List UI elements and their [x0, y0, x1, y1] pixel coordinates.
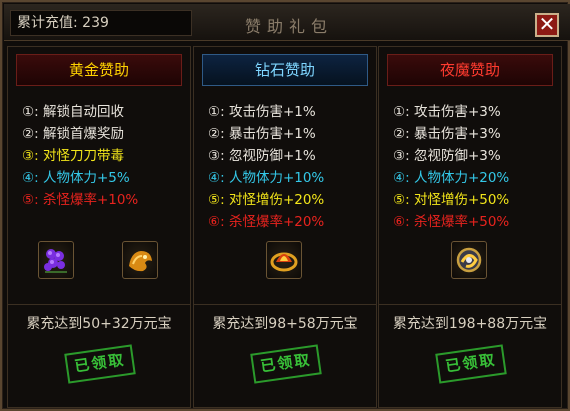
- divider: [8, 304, 190, 305]
- perk-item: ⑤: 杀怪爆率+10%: [22, 192, 139, 208]
- perk-item: ②: 暴击伤害+3%: [393, 126, 501, 142]
- requirement-text: 累充达到98+58万元宝: [212, 316, 358, 332]
- purple-gem-cluster-icon[interactable]: [38, 241, 74, 279]
- tier-title: 钻石赞助: [202, 54, 368, 86]
- perk-item: ①: 解锁自动回收: [22, 104, 124, 120]
- golden-orb-icon[interactable]: [451, 241, 487, 279]
- perk-item: ⑥: 杀怪爆率+20%: [208, 214, 325, 230]
- perk-item: ⑤: 对怪增伤+20%: [208, 192, 325, 208]
- perk-item: ③: 对怪刀刀带毒: [22, 148, 124, 164]
- title-bar: 累计充值: 239 赞助礼包 ✕: [4, 4, 570, 41]
- requirement-text: 累充达到198+88万元宝: [392, 316, 548, 332]
- tier-title: 黄金赞助: [16, 54, 182, 86]
- perk-item: ③: 忽视防御+1%: [208, 148, 316, 164]
- perk-item: ②: 暴击伤害+1%: [208, 126, 316, 142]
- perk-item: ④: 人物体力+20%: [393, 170, 510, 186]
- divider: [194, 304, 376, 305]
- perk-item: ④: 人物体力+10%: [208, 170, 325, 186]
- perk-item: ⑤: 对怪增伤+50%: [393, 192, 510, 208]
- recharge-value: 239: [82, 15, 109, 31]
- golden-beast-icon[interactable]: [122, 241, 158, 279]
- reward-icons: [194, 241, 378, 289]
- tier-card-nightmare: 夜魔赞助 ①: 攻击伤害+3% ②: 暴击伤害+3% ③: 忽视防御+3% ④:…: [378, 46, 562, 408]
- panel-title: 赞助礼包: [244, 17, 333, 36]
- perk-item: ②: 解锁首爆奖励: [22, 126, 124, 142]
- perk-list: ①: 攻击伤害+1% ②: 暴击伤害+1% ③: 忽视防御+1% ④: 人物体力…: [208, 101, 324, 233]
- recharge-total: 累计充值: 239: [10, 10, 192, 36]
- requirement-text: 累充达到50+32万元宝: [26, 316, 172, 332]
- perk-list: ①: 攻击伤害+3% ②: 暴击伤害+3% ③: 忽视防御+3% ④: 人物体力…: [393, 101, 509, 233]
- perk-list: ①: 解锁自动回收 ②: 解锁首爆奖励 ③: 对怪刀刀带毒 ④: 人物体力+5%…: [22, 101, 138, 211]
- tier-card-diamond: 钻石赞助 ①: 攻击伤害+1% ②: 暴击伤害+1% ③: 忽视防御+1% ④:…: [193, 46, 377, 408]
- tier-card-gold: 黄金赞助 ①: 解锁自动回收 ②: 解锁首爆奖励 ③: 对怪刀刀带毒 ④: 人物…: [7, 46, 191, 408]
- tier-name: 夜魔赞助: [439, 61, 500, 79]
- perk-item: ①: 攻击伤害+3%: [393, 104, 501, 120]
- tier-title: 夜魔赞助: [387, 54, 553, 86]
- close-icon[interactable]: ✕: [535, 13, 559, 37]
- perk-item: ③: 忽视防御+3%: [393, 148, 501, 164]
- claimed-stamp: 已领取: [64, 344, 136, 384]
- perk-item: ①: 攻击伤害+1%: [208, 104, 316, 120]
- tier-name: 黄金赞助: [68, 61, 129, 79]
- divider: [379, 304, 561, 305]
- perk-item: ④: 人物体力+5%: [22, 170, 130, 186]
- tier-name: 钻石赞助: [254, 61, 315, 79]
- claimed-stamp: 已领取: [435, 344, 507, 384]
- recharge-label: 累计充值:: [17, 15, 78, 31]
- reward-icons: [8, 241, 192, 289]
- fire-ring-icon[interactable]: [266, 241, 302, 279]
- claimed-stamp: 已领取: [250, 344, 322, 384]
- perk-item: ⑥: 杀怪爆率+50%: [393, 214, 510, 230]
- reward-icons: [379, 241, 563, 289]
- sponsor-panel: 累计充值: 239 赞助礼包 ✕ 黄金赞助 ①: 解锁自动回收 ②: 解锁首爆奖…: [0, 0, 570, 411]
